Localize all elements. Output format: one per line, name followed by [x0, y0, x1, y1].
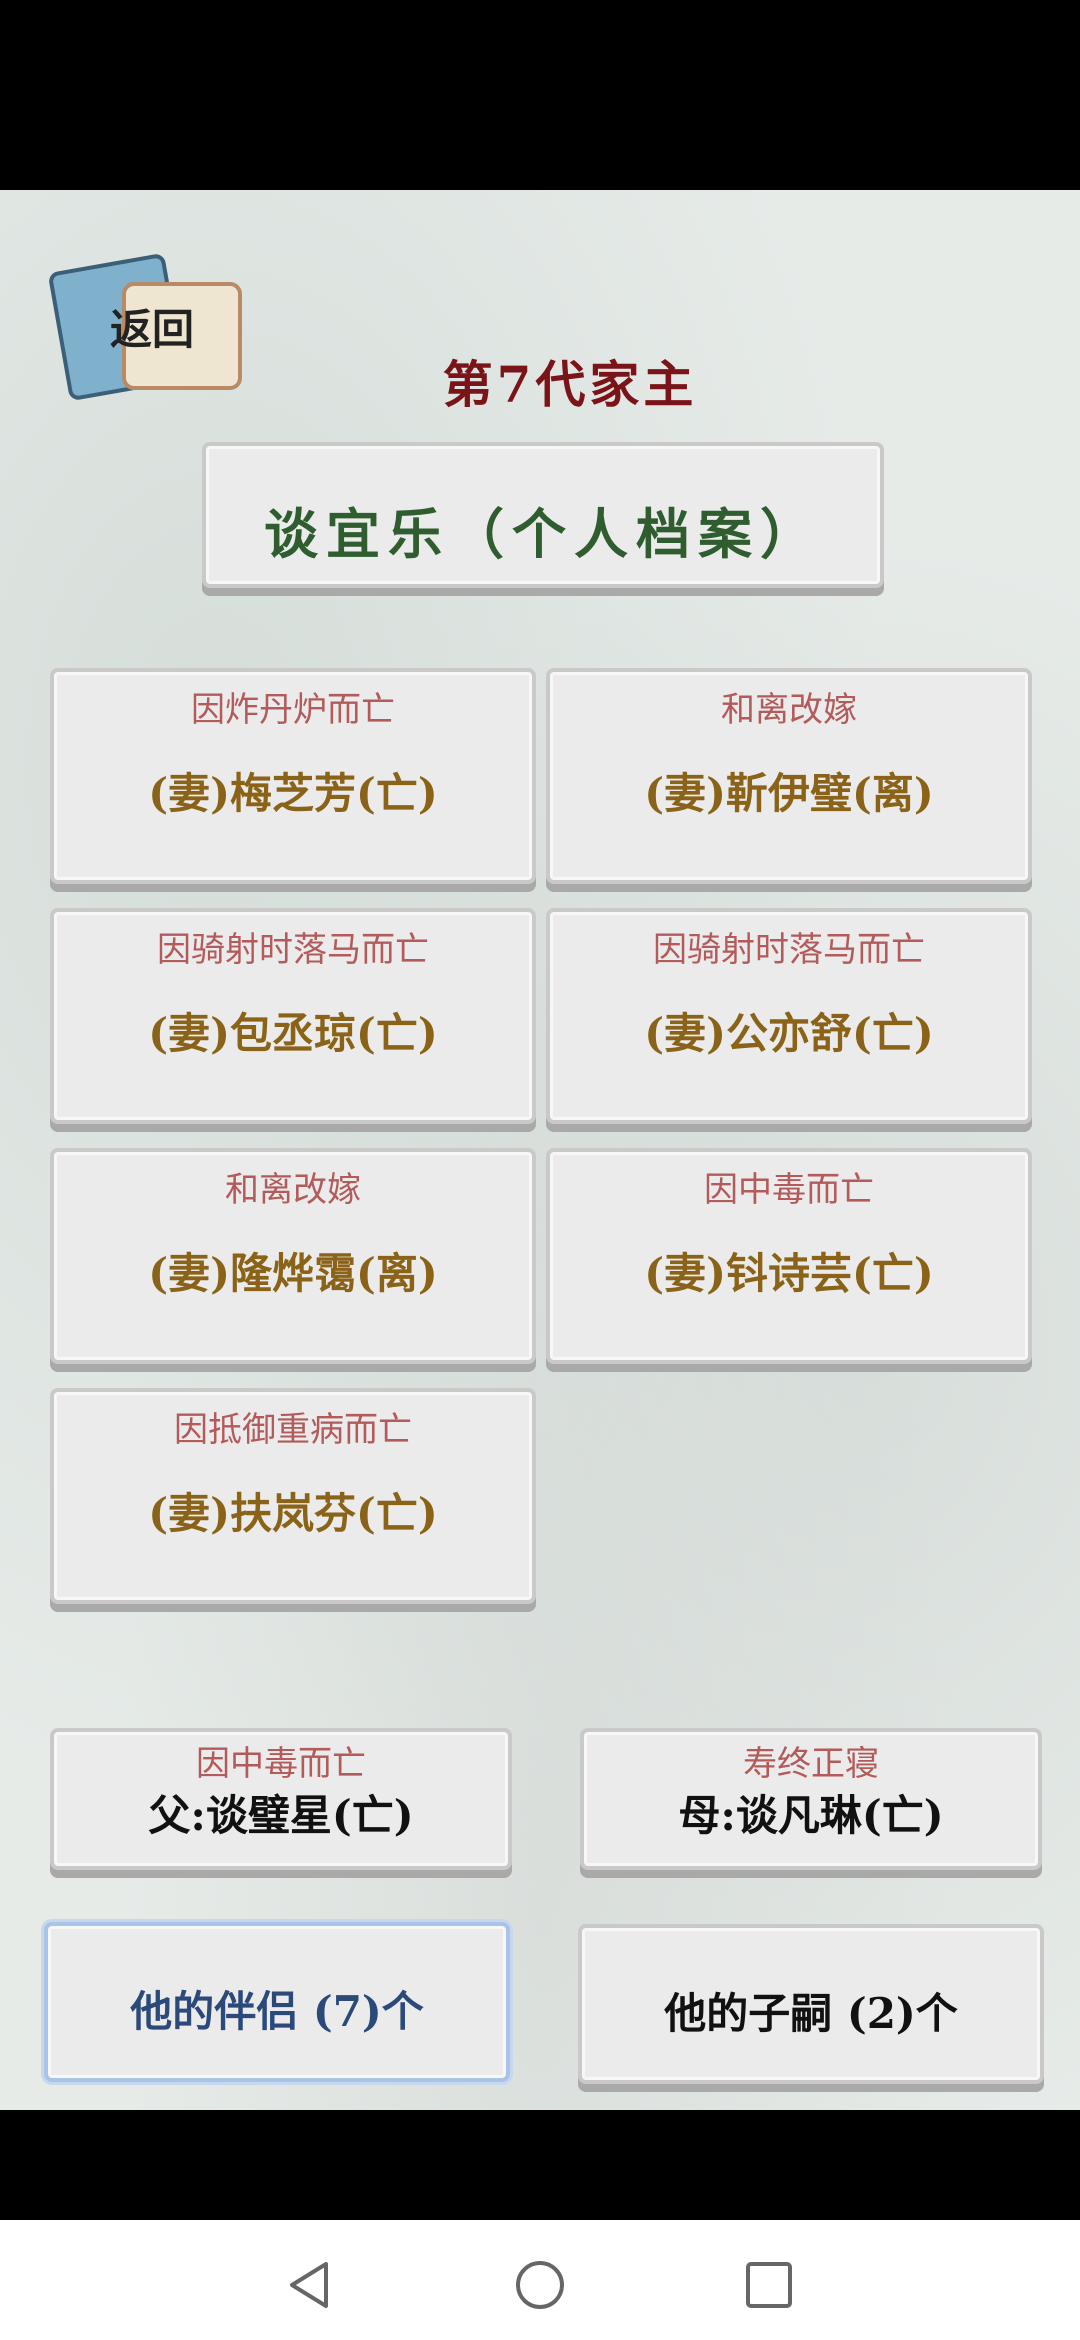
father-cause: 因中毒而亡 [196, 1744, 366, 1784]
spouse-card[interactable]: 和离改嫁 (妻)隆烨霭(离) [50, 1148, 536, 1364]
tab-partners-label: 他的伴侣 (7)个 [130, 1987, 424, 2036]
profile-title: 谈宜乐（个人档案） [264, 502, 822, 566]
spouse-card[interactable]: 因炸丹炉而亡 (妻)梅芝芳(亡) [50, 668, 536, 884]
spouse-card[interactable]: 因骑射时落马而亡 (妻)包丞琼(亡) [50, 908, 536, 1124]
bottom-black-bar [0, 2110, 1080, 2220]
tab-partners[interactable]: 他的伴侣 (7)个 [44, 1922, 510, 2082]
spouse-name: (妻)扶岚芬(亡) [148, 1489, 438, 1538]
father-card[interactable]: 因中毒而亡 父:谈璧星(亡) [50, 1728, 512, 1870]
tab-children[interactable]: 他的子嗣 (2)个 [578, 1924, 1044, 2084]
spouse-name: (妻)包丞琼(亡) [148, 1009, 438, 1058]
mother-card[interactable]: 寿终正寝 母:谈凡琳(亡) [580, 1728, 1042, 1870]
spouse-card[interactable]: 因抵御重病而亡 (妻)扶岚芬(亡) [50, 1388, 536, 1604]
spouse-name: (妻)公亦舒(亡) [644, 1009, 934, 1058]
mother-name: 母:谈凡琳(亡) [678, 1791, 944, 1840]
spouse-cause: 因抵御重病而亡 [174, 1410, 412, 1450]
spouse-card[interactable]: 因骑射时落马而亡 (妻)公亦舒(亡) [546, 908, 1032, 1124]
spouse-cause: 和离改嫁 [225, 1170, 361, 1210]
spouse-card[interactable]: 和离改嫁 (妻)靳伊璧(离) [546, 668, 1032, 884]
spouse-cause: 因炸丹炉而亡 [191, 690, 395, 730]
back-triangle-icon[interactable] [282, 2258, 336, 2312]
profile-title-card: 谈宜乐（个人档案） [202, 442, 884, 588]
generation-title: 第7代家主 [442, 355, 698, 414]
spouse-name: (妻)靳伊璧(离) [644, 769, 934, 818]
spouse-name: (妻)钭诗芸(亡) [644, 1249, 934, 1298]
father-name: 父:谈璧星(亡) [148, 1791, 414, 1840]
home-circle-icon[interactable] [513, 2258, 567, 2312]
spouse-cause: 和离改嫁 [721, 690, 857, 730]
mother-cause: 寿终正寝 [743, 1744, 879, 1784]
spouse-name: (妻)隆烨霭(离) [148, 1249, 438, 1298]
spouse-cause: 因骑射时落马而亡 [653, 930, 925, 970]
status-bar [0, 0, 1080, 190]
spouse-cause: 因中毒而亡 [704, 1170, 874, 1210]
recents-square-icon[interactable] [742, 2258, 796, 2312]
spouse-cause: 因骑射时落马而亡 [157, 930, 429, 970]
spouse-card[interactable]: 因中毒而亡 (妻)钭诗芸(亡) [546, 1148, 1032, 1364]
spouse-name: (妻)梅芝芳(亡) [148, 769, 438, 818]
tab-children-label: 他的子嗣 (2)个 [664, 1989, 958, 2038]
